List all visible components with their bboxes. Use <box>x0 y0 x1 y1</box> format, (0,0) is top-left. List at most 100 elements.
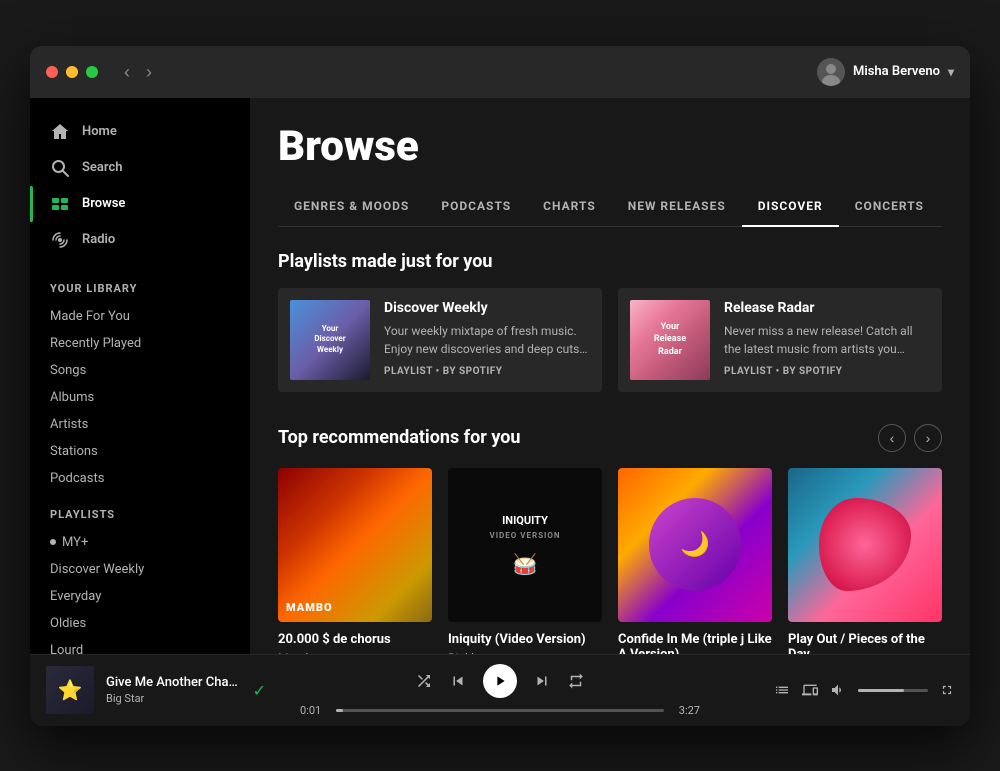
sidebar-item-my-plus[interactable]: MY+ <box>30 529 250 556</box>
like-button[interactable]: ✓ <box>253 681 266 700</box>
album-card-play-out[interactable]: Play Out / Pieces of the Day Zola Blood <box>788 468 942 654</box>
confide-figure: 🌙 <box>649 498 741 590</box>
player-track-info: Give Me Another Chance Big Star <box>106 675 241 705</box>
player-track-name: Give Me Another Chance <box>106 675 241 690</box>
recommendations-header: Top recommendations for you ‹ › <box>278 424 942 452</box>
dot-icon <box>50 539 56 545</box>
tabs-bar: GENRES & MOODS PODCASTS CHARTS NEW RELEA… <box>278 187 942 227</box>
album-title: 20.000 $ de chorus <box>278 632 432 647</box>
player-bar: ⭐ Give Me Another Chance Big Star ✓ <box>30 654 970 726</box>
browse-header: Browse <box>250 98 970 187</box>
nav-arrows: ‹ › <box>118 59 158 85</box>
nav-buttons: ‹ › <box>878 424 942 452</box>
tab-concerts[interactable]: CONCERTS <box>839 187 940 227</box>
sidebar-item-search[interactable]: Search <box>30 150 250 186</box>
sidebar-item-artists[interactable]: Artists <box>30 411 250 438</box>
sidebar-item-everyday[interactable]: Everyday <box>30 583 250 610</box>
sidebar-item-podcasts[interactable]: Podcasts <box>30 465 250 492</box>
album-title: Confide In Me (triple j Like A Version) <box>618 632 772 654</box>
sidebar-item-oldies[interactable]: Oldies <box>30 610 250 637</box>
recommendations-title: Top recommendations for you <box>278 427 521 448</box>
album-cover-mambo: MAMBO <box>278 468 432 622</box>
playlist-desc: Your weekly mixtape of fresh music. Enjo… <box>384 322 590 358</box>
tab-genres-moods[interactable]: GENRES & MOODS <box>278 187 425 227</box>
volume-fill <box>858 689 904 692</box>
sidebar-item-browse[interactable]: Browse <box>30 186 250 222</box>
playlist-name: Release Radar <box>724 300 930 316</box>
library-section-label: YOUR LIBRARY <box>30 266 250 303</box>
minimize-button[interactable] <box>66 66 78 78</box>
sidebar-item-radio[interactable]: Radio <box>30 222 250 258</box>
sidebar-item-songs[interactable]: Songs <box>30 357 250 384</box>
playlist-meta: PLAYLIST • BY SPOTIFY <box>724 366 930 377</box>
tab-podcasts[interactable]: PODCASTS <box>425 187 527 227</box>
album-card-confide[interactable]: 🌙 Confide In Me (triple j Like A Version… <box>618 468 772 654</box>
sidebar-item-label: Radio <box>82 232 115 247</box>
volume-bar[interactable] <box>858 689 928 692</box>
radio-icon <box>50 230 70 250</box>
maximize-button[interactable] <box>86 66 98 78</box>
mambo-text: MAMBO <box>286 601 333 614</box>
forward-button[interactable]: › <box>140 59 158 85</box>
page-title: Browse <box>278 122 942 171</box>
album-card-mambo[interactable]: MAMBO 20.000 $ de chorus Mambo <box>278 468 432 654</box>
album-title: Play Out / Pieces of the Day <box>788 632 942 654</box>
close-button[interactable] <box>46 66 58 78</box>
devices-button[interactable] <box>802 682 818 698</box>
previous-button[interactable] <box>449 672 467 690</box>
album-card-iniquity[interactable]: INIQUITY VIDEO VERSION 🥁 Iniquity (Video… <box>448 468 602 654</box>
playlist-thumb-release: YourReleaseRadar <box>630 300 710 380</box>
sidebar-item-recently-played[interactable]: Recently Played <box>30 330 250 357</box>
fullscreen-button[interactable] <box>940 683 954 697</box>
playlists-section-label: PLAYLISTS <box>30 492 250 529</box>
next-button[interactable]: › <box>914 424 942 452</box>
playlist-meta: PLAYLIST • BY SPOTIFY <box>384 366 590 377</box>
content-area: Browse GENRES & MOODS PODCASTS CHARTS NE… <box>250 98 970 654</box>
playlist-desc: Never miss a new release! Catch all the … <box>724 322 930 358</box>
window-controls <box>46 66 98 78</box>
user-area[interactable]: Misha Berveno ▾ <box>817 58 954 86</box>
playlist-name: Discover Weekly <box>384 300 590 316</box>
album-cover-confide: 🌙 <box>618 468 772 622</box>
sidebar-item-home[interactable]: Home <box>30 114 250 150</box>
sidebar-item-made-for-you[interactable]: Made For You <box>30 303 250 330</box>
next-button[interactable] <box>533 672 551 690</box>
iniquity-sub: VIDEO VERSION <box>489 531 560 540</box>
browse-icon <box>50 194 70 214</box>
tab-discover[interactable]: DISCOVER <box>742 187 839 227</box>
shuffle-button[interactable] <box>415 672 433 690</box>
volume-button[interactable] <box>830 682 846 698</box>
album-cover-iniquity: INIQUITY VIDEO VERSION 🥁 <box>448 468 602 622</box>
sidebar-item-albums[interactable]: Albums <box>30 384 250 411</box>
app-window: ‹ › Misha Berveno ▾ <box>30 46 970 726</box>
playlists-section-title: Playlists made just for you <box>278 251 942 272</box>
play-out-blob <box>819 498 911 590</box>
sidebar-item-discover-weekly[interactable]: Discover Weekly <box>30 556 250 583</box>
progress-fill <box>336 709 343 712</box>
player-artist-name: Big Star <box>106 692 241 705</box>
total-time: 3:27 <box>672 704 700 717</box>
prev-button[interactable]: ‹ <box>878 424 906 452</box>
iniquity-title: INIQUITY <box>502 514 548 527</box>
album-cover-play-out <box>788 468 942 622</box>
progress-track[interactable] <box>336 709 664 712</box>
playlist-info: Release Radar Never miss a new release! … <box>724 300 930 377</box>
star-icon: ⭐ <box>58 678 83 702</box>
playlist-card-discover-weekly[interactable]: YourDiscoverWeekly Discover Weekly Your … <box>278 288 602 392</box>
repeat-button[interactable] <box>567 672 585 690</box>
sidebar-item-lourd[interactable]: Lourd <box>30 637 250 654</box>
queue-button[interactable] <box>774 682 790 698</box>
playlist-cards: YourDiscoverWeekly Discover Weekly Your … <box>278 288 942 392</box>
progress-bar-container: 0:01 3:27 <box>300 704 700 717</box>
sidebar-item-stations[interactable]: Stations <box>30 438 250 465</box>
playlist-info: Discover Weekly Your weekly mixtape of f… <box>384 300 590 377</box>
play-pause-button[interactable] <box>483 664 517 698</box>
back-button[interactable]: ‹ <box>118 59 136 85</box>
tab-new-releases[interactable]: NEW RELEASES <box>612 187 742 227</box>
player-center: 0:01 3:27 <box>266 664 734 717</box>
title-bar: ‹ › Misha Berveno ▾ <box>30 46 970 98</box>
current-time: 0:01 <box>300 704 328 717</box>
playlist-card-release-radar[interactable]: YourReleaseRadar Release Radar Never mis… <box>618 288 942 392</box>
tab-charts[interactable]: CHARTS <box>527 187 612 227</box>
sidebar-item-label: MY+ <box>62 535 88 550</box>
